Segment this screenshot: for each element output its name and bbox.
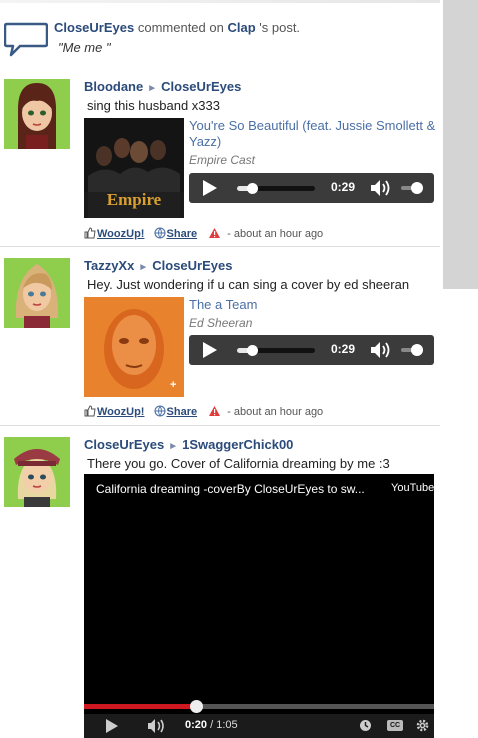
notification-text: CloseUrEyes commented on Clap 's post. [54,20,300,35]
album-plus-mark: + [170,379,177,391]
thumbs-up-icon [84,405,96,417]
post-header: Bloodane ► CloseUrEyes [84,79,241,94]
author-link[interactable]: TazzyXx [84,258,134,273]
audio-player: 0:29 [189,173,434,203]
warning-icon[interactable] [208,405,221,417]
video-time: 0:20 / 1:05 [185,719,238,731]
volume-icon[interactable] [146,718,166,734]
track-title-link[interactable]: You're So Beautiful (feat. Jussie Smolle… [189,118,439,150]
woozup-button[interactable]: WoozUp! [97,406,144,418]
seek-bar[interactable] [237,345,315,356]
notification-verb: commented on [137,20,224,35]
seek-handle[interactable] [247,183,258,194]
warning-icon[interactable] [208,227,221,239]
album-title-text: Empire [106,190,162,209]
video-duration: / 1:05 [210,719,238,731]
track-artist: Empire Cast [189,153,256,167]
post-timestamp: - about an hour ago [227,406,324,418]
thumbs-up-icon [84,227,96,239]
play-icon[interactable] [203,342,217,358]
share-button[interactable]: Share [167,406,198,418]
volume-handle[interactable] [411,182,423,194]
gear-icon[interactable] [415,718,430,733]
scrollbar-thumb[interactable] [443,0,478,289]
woozup-button[interactable]: WoozUp! [97,228,144,240]
youtube-logo[interactable]: YouTube [391,482,434,494]
notification-quote: "Me me " [58,40,111,55]
author-link[interactable]: Bloodane [84,79,143,94]
notification-user-link[interactable]: CloseUrEyes [54,20,134,35]
video-scrubber[interactable] [190,700,203,713]
top-divider [0,0,440,3]
post-actions: WoozUp! Share - about an hour ago [84,227,323,240]
seek-bar[interactable] [237,183,315,194]
volume-icon[interactable] [369,179,391,197]
globe-icon [153,405,166,417]
video-progress-fill [84,704,196,709]
volume-handle[interactable] [411,344,423,356]
arrow-right-icon: ► [138,262,149,273]
captions-button[interactable]: CC [387,720,403,731]
post-actions: WoozUp! Share - about an hour ago [84,405,323,418]
avatar[interactable] [4,437,70,507]
post-text: Hey. Just wondering if u can sing a cove… [87,277,410,292]
avatar-image [4,79,70,149]
video-progress-bar[interactable] [84,700,434,713]
avatar-image [4,437,70,507]
play-time: 0:29 [331,342,356,356]
recipient-link[interactable]: 1SwaggerChick00 [182,437,293,452]
comment-notification: CloseUrEyes commented on Clap 's post. "… [0,12,440,64]
play-icon[interactable] [106,719,118,733]
post-header: CloseUrEyes ► 1SwaggerChick00 [84,437,293,452]
play-icon[interactable] [203,180,217,196]
album-cover-image [84,297,184,397]
arrow-right-icon: ► [147,83,158,94]
speech-bubble-icon [4,22,48,57]
audio-player: 0:29 [189,335,434,365]
youtube-video-player[interactable]: California dreaming -coverBy CloseUrEyes… [84,474,434,738]
avatar-image [4,258,70,328]
track-artist: Ed Sheeran [189,316,253,330]
post-divider [0,425,440,426]
share-button[interactable]: Share [167,228,198,240]
album-art[interactable]: Empire [84,118,184,218]
video-current-time: 0:20 [185,719,208,731]
volume-slider[interactable] [401,182,423,194]
notification-target-link[interactable]: Clap [227,20,255,35]
globe-icon [153,227,166,239]
post-timestamp: - about an hour ago [227,228,324,240]
post-divider [0,246,440,247]
post-header: TazzyXx ► CloseUrEyes [84,258,232,273]
album-art[interactable]: + [84,297,184,397]
video-title[interactable]: California dreaming -coverBy CloseUrEyes… [96,482,365,496]
avatar[interactable] [4,258,70,328]
author-link[interactable]: CloseUrEyes [84,437,164,452]
post-text: sing this husband x333 [87,98,220,113]
play-time: 0:29 [331,180,356,194]
arrow-right-icon: ► [168,441,179,452]
recipient-link[interactable]: CloseUrEyes [161,79,241,94]
avatar[interactable] [4,79,70,149]
notification-suffix: 's post. [259,20,301,35]
clock-icon[interactable] [359,719,372,732]
recipient-link[interactable]: CloseUrEyes [152,258,232,273]
video-controls: 0:20 / 1:05 CC [84,714,434,738]
volume-icon[interactable] [369,341,391,359]
volume-slider[interactable] [401,344,423,356]
track-title-link[interactable]: The a Team [189,297,439,313]
post-text: There you go. Cover of California dreami… [87,456,390,471]
seek-handle[interactable] [247,345,258,356]
